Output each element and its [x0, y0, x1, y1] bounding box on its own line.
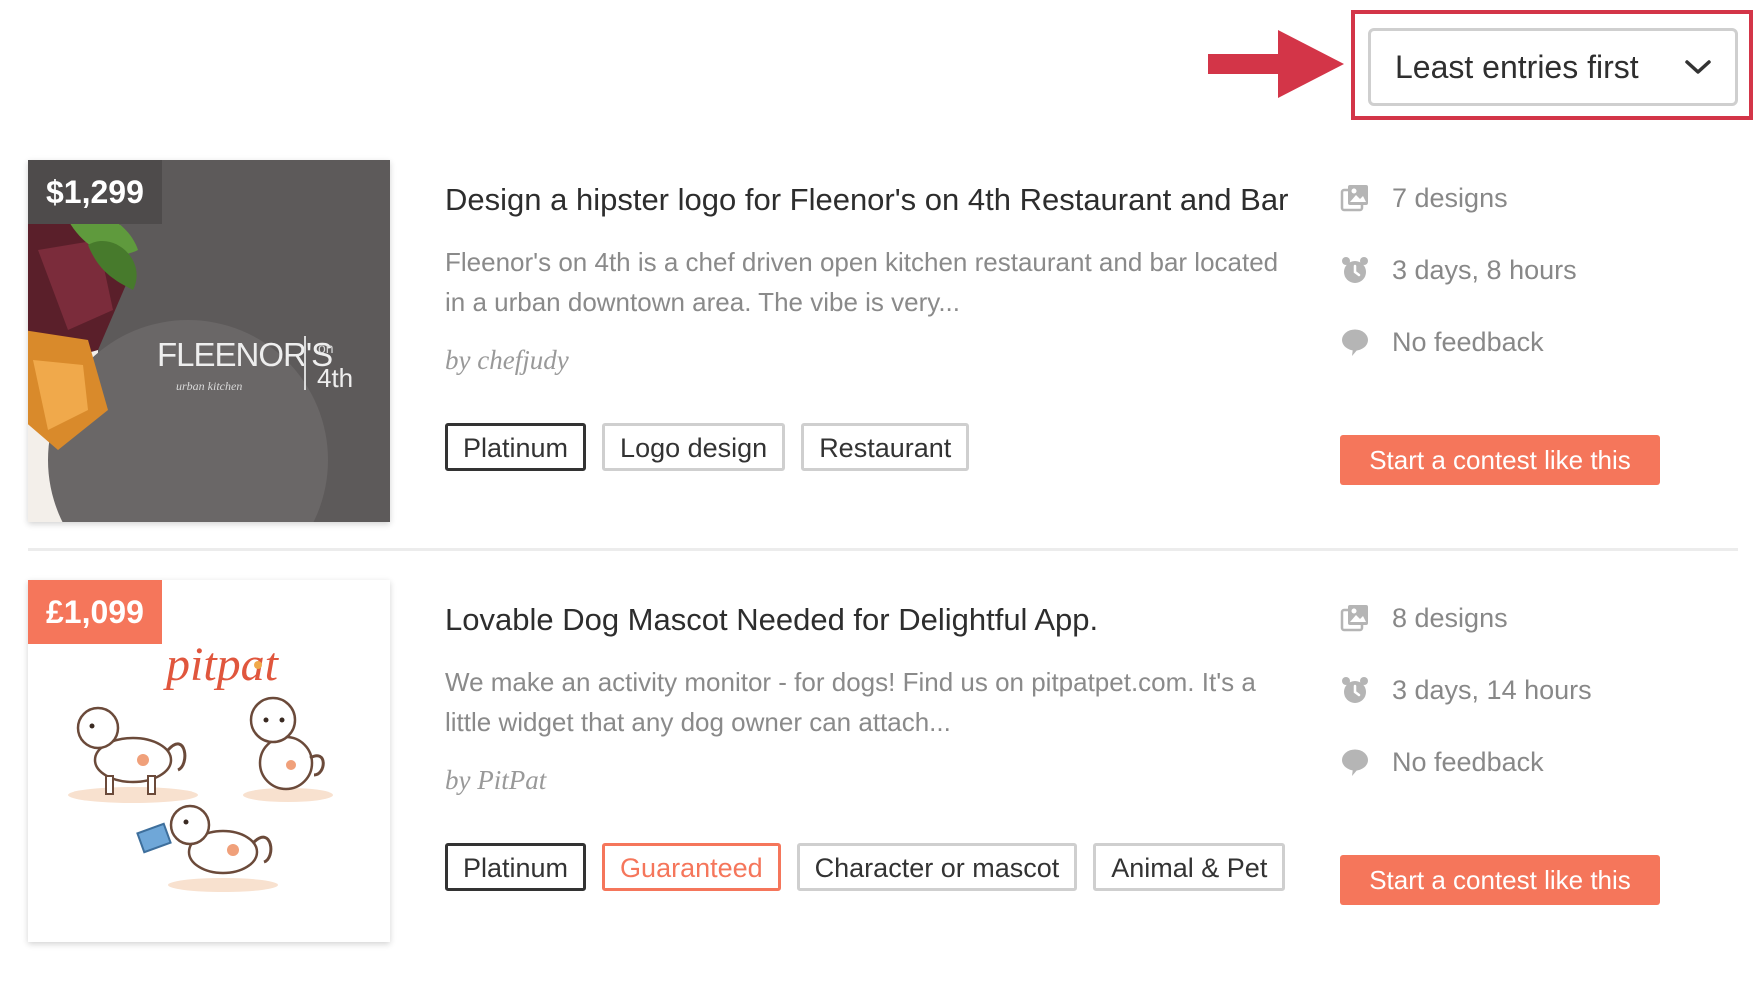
stat-designs: 7 designs: [1340, 178, 1740, 218]
contest-card: pitpat £1,099 Lovable Dog Mascot Needed …: [0, 580, 1758, 945]
contest-author[interactable]: by PitPat: [445, 765, 546, 796]
prize-badge: £1,099: [28, 580, 162, 644]
stat-feedback: No feedback: [1340, 322, 1740, 362]
contest-thumbnail[interactable]: pitpat £1,099: [28, 580, 390, 942]
alarm-clock-icon: [1342, 257, 1368, 283]
tag-character-or-mascot[interactable]: Character or mascot: [796, 843, 1078, 891]
time-left: 3 days, 8 hours: [1392, 254, 1577, 285]
brand-on-text: on: [318, 340, 334, 356]
contest-stats: 8 designs 3 days, 14 hours No feedback: [1340, 598, 1740, 814]
sort-dropdown-label: Least entries first: [1395, 48, 1639, 85]
time-left: 3 days, 14 hours: [1392, 674, 1592, 705]
feedback-status: No feedback: [1392, 326, 1544, 357]
speech-bubble-icon: [1342, 329, 1368, 356]
tag-restaurant[interactable]: Restaurant: [801, 423, 970, 471]
contest-title[interactable]: Lovable Dog Mascot Needed for Delightful…: [445, 602, 1098, 638]
stat-designs: 8 designs: [1340, 598, 1740, 638]
tag-logo-design[interactable]: Logo design: [602, 423, 786, 471]
tag-platinum[interactable]: Platinum: [445, 843, 587, 891]
feedback-status: No feedback: [1392, 746, 1544, 777]
start-contest-button[interactable]: Start a contest like this: [1340, 855, 1660, 905]
stat-time-left: 3 days, 8 hours: [1340, 250, 1740, 290]
prize-badge: $1,299: [28, 160, 162, 224]
tag-list: Platinum Guaranteed Character or mascot …: [445, 843, 1286, 891]
contest-title[interactable]: Design a hipster logo for Fleenor's on 4…: [445, 182, 1288, 218]
row-divider: [28, 548, 1738, 551]
sort-dropdown[interactable]: Least entries first: [1368, 28, 1738, 106]
contest-author[interactable]: by chefjudy: [445, 345, 569, 376]
designs-count: 8 designs: [1392, 602, 1508, 633]
alarm-clock-icon: [1342, 677, 1368, 703]
images-icon: [1340, 605, 1368, 632]
speech-bubble-icon: [1342, 749, 1368, 776]
contest-list-page: Least entries first FLEENOR'S urban kitc…: [0, 0, 1758, 984]
tag-list: Platinum Logo design Restaurant: [445, 423, 970, 471]
brand-num-text: 4th: [317, 363, 353, 393]
contest-card: FLEENOR'S urban kitchen on 4th $1,299 De…: [0, 160, 1758, 525]
annotation-arrow: [1208, 30, 1344, 98]
contest-description: We make an activity monitor - for dogs! …: [445, 667, 1256, 737]
designs-count: 7 designs: [1392, 182, 1508, 213]
chevron-down-icon: [1685, 60, 1711, 74]
start-contest-button[interactable]: Start a contest like this: [1340, 435, 1660, 485]
images-icon: [1340, 185, 1368, 212]
stat-feedback: No feedback: [1340, 742, 1740, 782]
contest-description: Fleenor's on 4th is a chef driven open k…: [445, 247, 1279, 317]
contest-stats: 7 designs 3 days, 8 hours No feedback: [1340, 178, 1740, 394]
tag-platinum[interactable]: Platinum: [445, 423, 587, 471]
tag-guaranteed[interactable]: Guaranteed: [602, 843, 781, 891]
tag-animal-and-pet[interactable]: Animal & Pet: [1093, 843, 1286, 891]
contest-thumbnail[interactable]: FLEENOR'S urban kitchen on 4th $1,299: [28, 160, 390, 522]
stat-time-left: 3 days, 14 hours: [1340, 670, 1740, 710]
pitpat-logo-text: pitpat: [163, 638, 280, 691]
brand-sub-text: urban kitchen: [176, 379, 242, 393]
